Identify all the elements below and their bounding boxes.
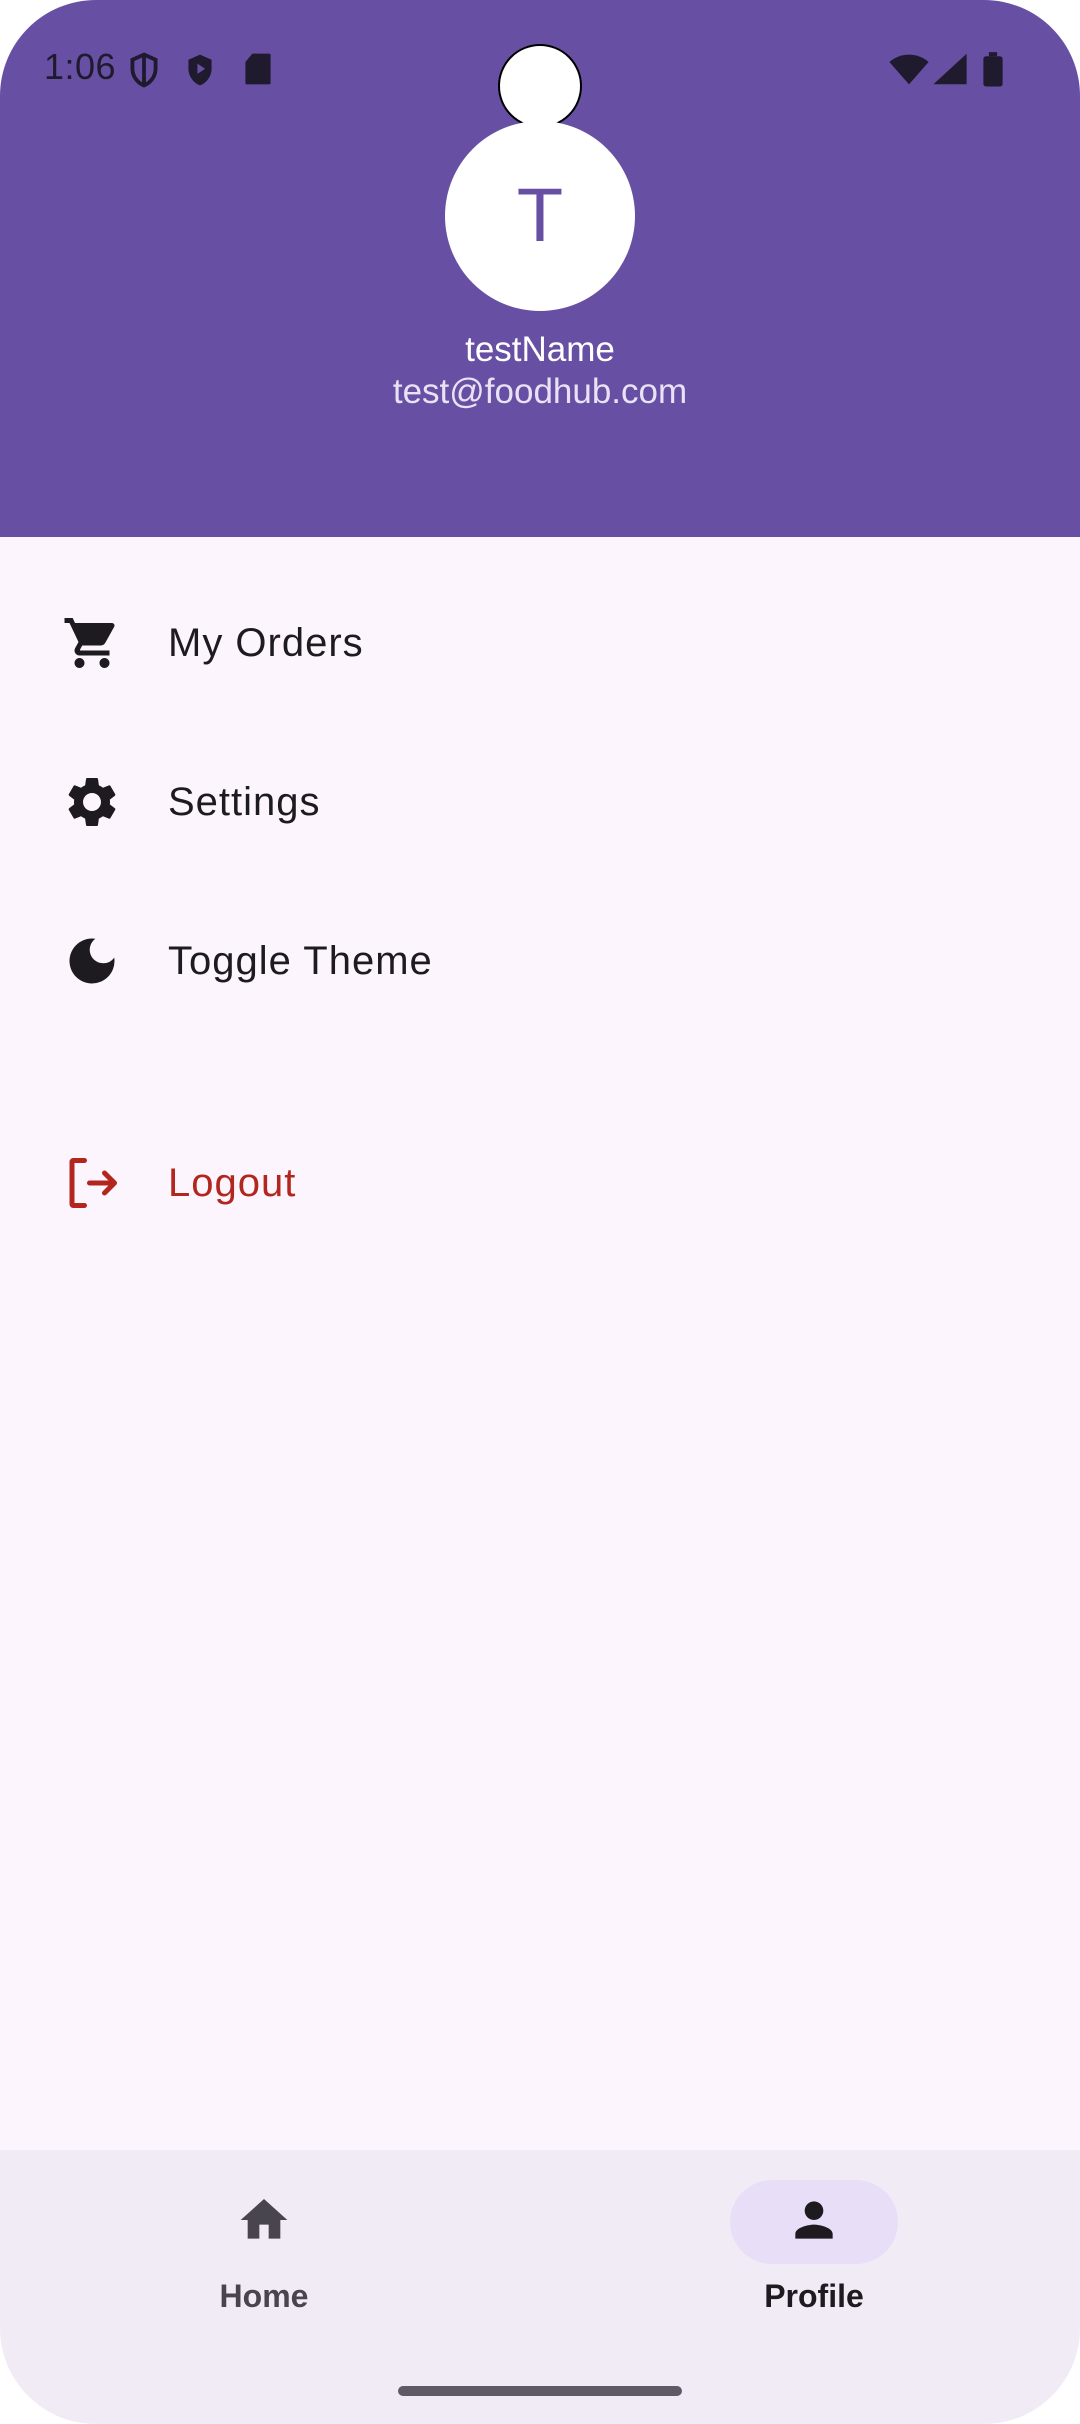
shield-play-icon	[184, 52, 216, 88]
avatar-initial: T	[516, 173, 564, 258]
menu-item-label: Toggle Theme	[168, 938, 433, 983]
wifi-icon	[888, 52, 930, 86]
nav-item-profile[interactable]: Profile	[694, 2180, 934, 2350]
nav-pill	[180, 2180, 348, 2264]
menu-item-label: My Orders	[168, 620, 364, 665]
profile-screen: 1:06 T testName test@foodhub.com My Orde…	[0, 0, 1080, 2424]
nav-label: Profile	[764, 2278, 864, 2314]
shopping-cart-icon	[60, 611, 124, 675]
person-icon	[786, 2192, 842, 2253]
home-icon	[236, 2192, 292, 2253]
gear-icon	[60, 770, 124, 834]
nav-label: Home	[219, 2278, 309, 2314]
avatar[interactable]: T	[445, 121, 635, 311]
menu-item-my-orders[interactable]: My Orders	[0, 568, 1080, 718]
menu-item-label: Settings	[168, 779, 321, 824]
signal-icon	[932, 52, 968, 86]
menu-item-settings[interactable]: Settings	[0, 727, 1080, 877]
menu-item-label: Logout	[168, 1160, 297, 1205]
status-time: 1:06	[44, 46, 117, 87]
sd-card-icon	[244, 52, 272, 86]
bottom-navigation: Home Profile	[0, 2150, 1080, 2424]
logout-icon	[60, 1151, 124, 1215]
nav-pill	[730, 2180, 898, 2264]
moon-icon	[60, 929, 124, 993]
home-indicator[interactable]	[398, 2386, 682, 2396]
battery-icon	[982, 52, 1004, 88]
nav-item-home[interactable]: Home	[144, 2180, 384, 2350]
camera-cutout	[498, 44, 582, 128]
menu-item-logout[interactable]: Logout	[0, 1108, 1080, 1258]
menu-item-toggle-theme[interactable]: Toggle Theme	[0, 886, 1080, 1036]
user-email: test@foodhub.com	[392, 372, 688, 411]
profile-header: 1:06 T testName test@foodhub.com	[0, 0, 1080, 537]
shield-outline-icon	[128, 52, 160, 88]
user-name: testName	[465, 330, 615, 369]
